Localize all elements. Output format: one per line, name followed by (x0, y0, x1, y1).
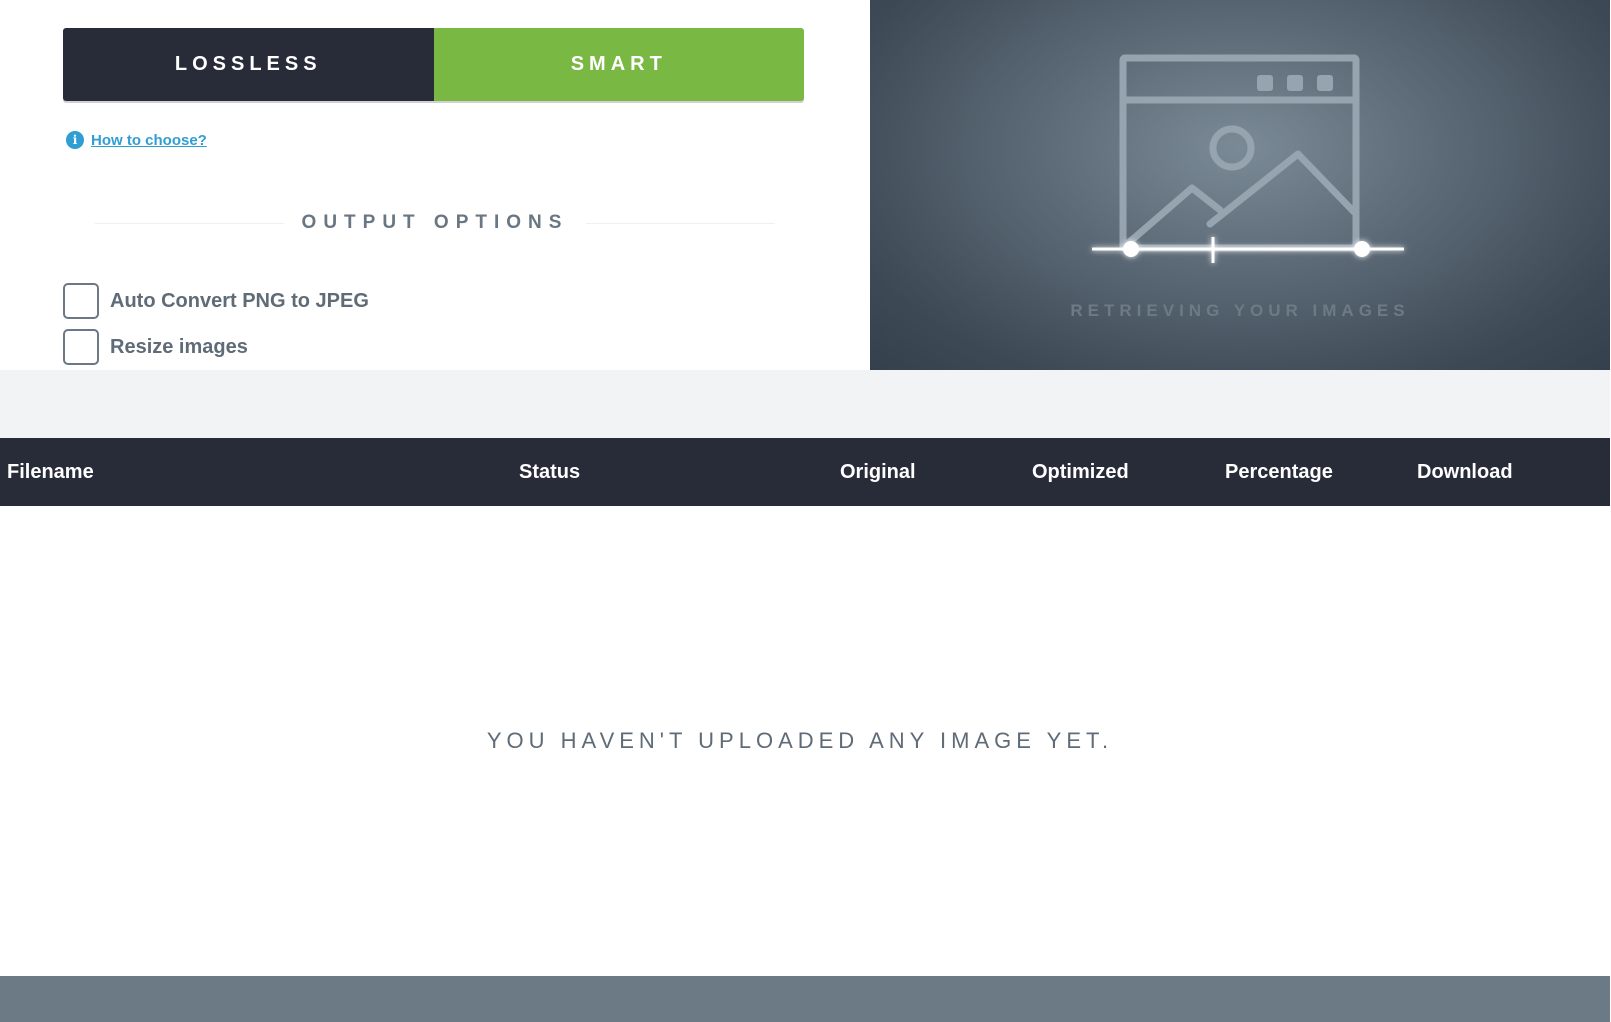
resize-images-checkbox[interactable] (63, 329, 99, 365)
resize-images-label[interactable]: Resize images (110, 336, 248, 359)
info-icon: i (66, 131, 84, 149)
heading-divider-left (95, 222, 284, 224)
resize-images-option[interactable]: Resize images (63, 329, 248, 365)
auto-convert-option[interactable]: Auto Convert PNG to JPEG (63, 283, 369, 319)
page: LOSSLESS SMART i How to choose? OUTPUT O… (0, 0, 1611, 1022)
column-download[interactable]: Download (1417, 438, 1513, 506)
output-options-title: OUTPUT OPTIONS (301, 212, 569, 233)
how-to-choose-text[interactable]: How to choose? (91, 132, 207, 149)
column-filename[interactable]: Filename (7, 438, 94, 506)
output-options-heading: OUTPUT OPTIONS (95, 212, 775, 234)
compression-mode-toggle: LOSSLESS SMART (63, 28, 804, 101)
how-to-choose-link[interactable]: i How to choose? (66, 131, 207, 149)
smart-mode-button[interactable]: SMART (433, 28, 804, 101)
results-table-header: Filename Status Original Optimized Perce… (0, 438, 1610, 506)
column-percentage[interactable]: Percentage (1225, 438, 1333, 506)
column-original[interactable]: Original (840, 438, 916, 506)
options-panel: LOSSLESS SMART i How to choose? OUTPUT O… (0, 0, 870, 370)
auto-convert-checkbox[interactable] (63, 283, 99, 319)
footer-bar (0, 976, 1611, 1022)
auto-convert-label[interactable]: Auto Convert PNG to JPEG (110, 290, 369, 313)
results-table-body: YOU HAVEN'T UPLOADED ANY IMAGE YET. (0, 506, 1611, 976)
empty-state-message: YOU HAVEN'T UPLOADED ANY IMAGE YET. (486, 728, 1114, 753)
preview-panel: RETRIEVING YOUR IMAGES (870, 0, 1610, 370)
column-status[interactable]: Status (519, 438, 580, 506)
lossless-mode-button[interactable]: LOSSLESS (63, 28, 434, 101)
column-optimized[interactable]: Optimized (1032, 438, 1129, 506)
retrieving-status-text: RETRIEVING YOUR IMAGES (1070, 301, 1410, 320)
section-divider-band (0, 370, 1611, 438)
heading-divider-right (586, 222, 775, 224)
